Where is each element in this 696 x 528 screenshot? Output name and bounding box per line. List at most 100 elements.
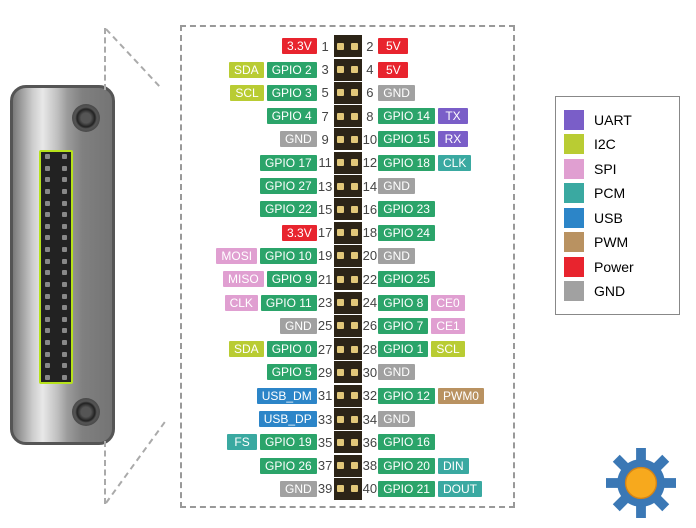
- pin-row: USB_DM3132GPIO 12PWM0: [188, 384, 507, 407]
- pin-tag: GPIO 21: [378, 481, 435, 497]
- pin-tag: 3.3V: [282, 225, 317, 241]
- pin-row: GND910GPIO 15RX: [188, 128, 507, 151]
- projection-line: [104, 28, 106, 90]
- pin-number: 28: [362, 342, 379, 357]
- pin-number: 30: [362, 365, 379, 380]
- pin-number: 27: [317, 342, 334, 357]
- pin-tag: SDA: [229, 341, 264, 357]
- pin-tag: GND: [280, 318, 317, 334]
- screw-icon: [72, 104, 100, 132]
- legend-label: USB: [594, 210, 623, 226]
- legend-swatch: [564, 183, 584, 203]
- pin-tag: GPIO 18: [378, 155, 435, 171]
- pin-tag: CE1: [431, 318, 464, 334]
- pin-number: 22: [362, 272, 379, 287]
- legend-item: PWM: [564, 232, 671, 252]
- pin-number: 32: [362, 388, 379, 403]
- pin-tag: GPIO 5: [267, 364, 317, 380]
- pin-number: 12: [362, 155, 379, 170]
- pin-number: 19: [317, 248, 334, 263]
- pin-tag: MISO: [223, 271, 264, 287]
- header-pin-icon: [334, 385, 362, 407]
- pin-row: GND3940GPIO 21DOUT: [188, 478, 507, 501]
- pin-number: 15: [317, 202, 334, 217]
- pin-tag: GPIO 1: [378, 341, 428, 357]
- pinout-panel: 3.3V125VSDAGPIO 2345VSCLGPIO 356GNDGPIO …: [180, 25, 515, 508]
- legend-item: SPI: [564, 159, 671, 179]
- legend-label: PCM: [594, 185, 625, 201]
- legend-label: I2C: [594, 136, 616, 152]
- pin-tag: GPIO 4: [267, 108, 317, 124]
- legend-item: Power: [564, 257, 671, 277]
- pin-tag: 5V: [378, 38, 408, 54]
- header-pin-icon: [334, 431, 362, 453]
- pin-tag: DOUT: [438, 481, 482, 497]
- pin-tag: CLK: [225, 295, 258, 311]
- header-pin-icon: [334, 128, 362, 150]
- gear-logo-icon: [606, 448, 676, 518]
- header-pin-icon: [334, 338, 362, 360]
- header-pin-icon: [334, 59, 362, 81]
- pin-row: GPIO 52930GND: [188, 361, 507, 384]
- pin-tag: GPIO 20: [378, 458, 435, 474]
- header-pin-icon: [334, 152, 362, 174]
- pin-number: 7: [317, 109, 334, 124]
- pin-tag: GND: [378, 248, 415, 264]
- gpio-connector-illustration: [39, 150, 73, 384]
- header-pin-icon: [334, 361, 362, 383]
- pin-tag: GND: [378, 85, 415, 101]
- pin-tag: RX: [438, 131, 468, 147]
- pin-tag: GPIO 26: [260, 458, 317, 474]
- pin-number: 25: [317, 318, 334, 333]
- pin-number: 3: [317, 62, 334, 77]
- pin-number: 31: [317, 388, 334, 403]
- pin-number: 5: [317, 85, 334, 100]
- pin-number: 4: [362, 62, 379, 77]
- pin-number: 1: [317, 39, 334, 54]
- header-pin-icon: [334, 478, 362, 500]
- legend-item: PCM: [564, 183, 671, 203]
- header-pin-icon: [334, 292, 362, 314]
- pin-tag: GPIO 15: [378, 131, 435, 147]
- pin-tag: GND: [378, 364, 415, 380]
- pin-row: GPIO 221516GPIO 23: [188, 198, 507, 221]
- header-pin-icon: [334, 455, 362, 477]
- pin-tag: USB_DP: [259, 411, 317, 427]
- pin-number: 2: [362, 39, 379, 54]
- pin-tag: GND: [378, 411, 415, 427]
- pin-number: 36: [362, 435, 379, 450]
- pin-tag: GPIO 3: [267, 85, 317, 101]
- screw-icon: [72, 398, 100, 426]
- pin-tag: GPIO 22: [260, 201, 317, 217]
- pin-number: 35: [317, 435, 334, 450]
- projection-line: [105, 28, 160, 86]
- header-pin-icon: [334, 222, 362, 244]
- pin-row: GPIO 263738GPIO 20DIN: [188, 454, 507, 477]
- pin-tag: FS: [227, 434, 257, 450]
- header-pin-icon: [334, 315, 362, 337]
- pin-row: CLKGPIO 112324GPIO 8CE0: [188, 291, 507, 314]
- pin-row: USB_DP3334GND: [188, 408, 507, 431]
- pin-tag: GPIO 2: [267, 62, 317, 78]
- pin-number: 14: [362, 179, 379, 194]
- pin-tag: SCL: [230, 85, 263, 101]
- pin-row: FSGPIO 193536GPIO 16: [188, 431, 507, 454]
- pin-number: 37: [317, 458, 334, 473]
- pin-number: 6: [362, 85, 379, 100]
- pin-tag: GPIO 11: [261, 295, 317, 311]
- header-pin-icon: [334, 105, 362, 127]
- pin-tag: GND: [280, 481, 317, 497]
- pin-number: 23: [317, 295, 334, 310]
- pin-number: 33: [317, 412, 334, 427]
- legend-swatch: [564, 110, 584, 130]
- pin-tag: GPIO 7: [378, 318, 428, 334]
- pin-number: 18: [362, 225, 379, 240]
- pin-number: 11: [317, 155, 334, 170]
- pin-tag: GPIO 17: [260, 155, 317, 171]
- pin-tag: GND: [280, 131, 317, 147]
- pin-number: 10: [362, 132, 379, 147]
- legend-label: Power: [594, 259, 634, 275]
- header-pin-icon: [334, 82, 362, 104]
- legend: UARTI2CSPIPCMUSBPWMPowerGND: [555, 96, 680, 315]
- pin-number: 24: [362, 295, 379, 310]
